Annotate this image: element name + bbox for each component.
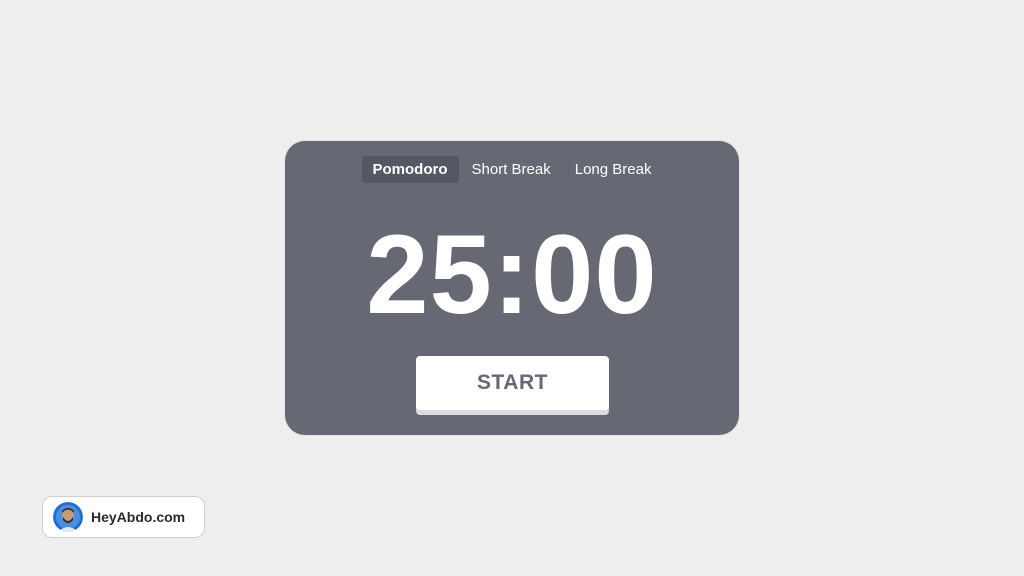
tab-short-break[interactable]: Short Break — [461, 156, 562, 183]
avatar-icon — [53, 502, 83, 532]
tab-long-break[interactable]: Long Break — [564, 156, 663, 183]
brand-label: HeyAbdo.com — [91, 509, 186, 525]
mode-tabs: Pomodoro Short Break Long Break — [285, 156, 739, 183]
brand-badge[interactable]: HeyAbdo.com — [42, 496, 205, 538]
timer-card: Pomodoro Short Break Long Break 25:00 ST… — [285, 141, 739, 435]
start-button[interactable]: START — [416, 356, 609, 410]
page: Pomodoro Short Break Long Break 25:00 ST… — [0, 0, 1024, 576]
time-display: 25:00 — [366, 212, 658, 337]
avatar — [53, 502, 83, 532]
tab-pomodoro[interactable]: Pomodoro — [361, 156, 459, 183]
